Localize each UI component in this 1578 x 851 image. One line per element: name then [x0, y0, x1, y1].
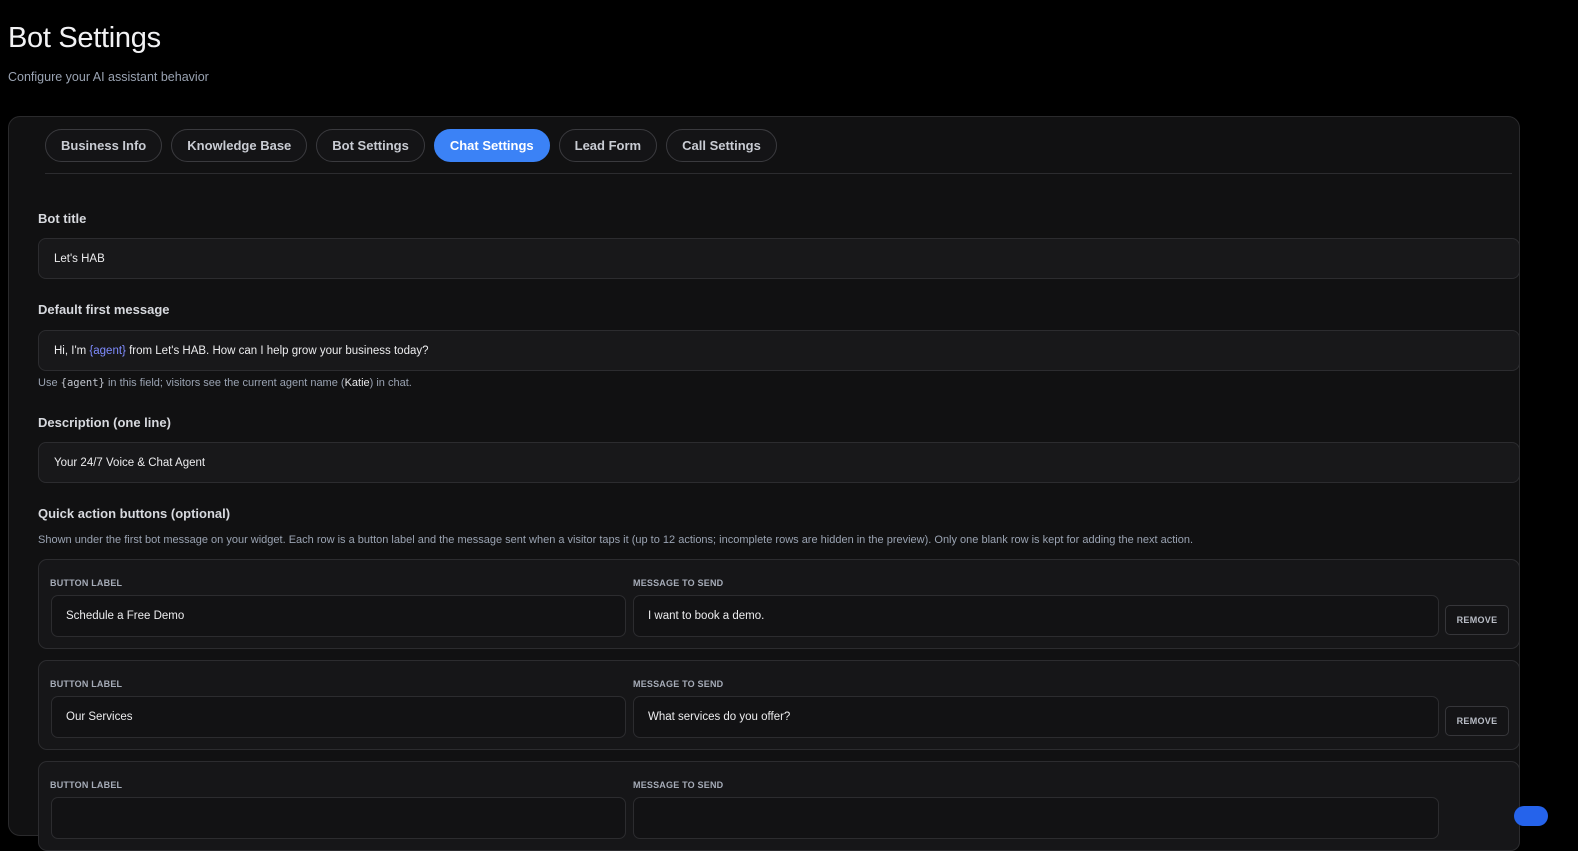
- first-message-prefix: Hi, I'm: [54, 344, 90, 357]
- help-prefix: Use: [38, 377, 61, 389]
- agent-token: {agent}: [89, 344, 126, 357]
- tab-bar: Business Info Knowledge Base Bot Setting…: [45, 129, 777, 162]
- bot-title-value: Let's HAB: [54, 252, 105, 265]
- quick-action-row: BUTTON LABEL MESSAGE TO SEND: [38, 761, 1520, 851]
- message-input[interactable]: [633, 797, 1439, 839]
- page-subtitle: Configure your AI assistant behavior: [8, 70, 209, 84]
- first-message-help: Use {agent} in this field; visitors see …: [38, 377, 412, 389]
- help-agent-token: {agent}: [60, 377, 105, 389]
- tab-knowledge-base[interactable]: Knowledge Base: [171, 129, 308, 162]
- button-label-heading: BUTTON LABEL: [50, 679, 123, 689]
- description-label: Description (one line): [38, 415, 171, 430]
- remove-button[interactable]: REMOVE: [1445, 706, 1509, 736]
- settings-panel: Business Info Knowledge Base Bot Setting…: [8, 116, 1520, 851]
- quick-action-row: BUTTON LABEL MESSAGE TO SEND Our Service…: [38, 660, 1520, 750]
- message-heading: MESSAGE TO SEND: [633, 578, 724, 588]
- help-middle: in this field; visitors see the current …: [104, 377, 345, 389]
- message-heading: MESSAGE TO SEND: [633, 780, 724, 790]
- quick-action-row: BUTTON LABEL MESSAGE TO SEND Schedule a …: [38, 559, 1520, 649]
- button-label-input[interactable]: Our Services: [51, 696, 626, 738]
- page-title: Bot Settings: [8, 22, 161, 54]
- tab-bot-settings[interactable]: Bot Settings: [316, 129, 425, 162]
- tab-lead-form[interactable]: Lead Form: [558, 129, 658, 162]
- quick-actions-label: Quick action buttons (optional): [38, 506, 231, 521]
- tabs-divider: [45, 173, 1512, 174]
- quick-actions-help: Shown under the first bot message on you…: [38, 534, 1194, 546]
- message-value: What services do you offer?: [648, 711, 791, 723]
- description-input[interactable]: Your 24/7 Voice & Chat Agent: [38, 442, 1520, 483]
- tab-call-settings[interactable]: Call Settings: [666, 129, 777, 162]
- first-message-value: Hi, I'm {agent} from Let's HAB. How can …: [54, 345, 429, 357]
- message-input[interactable]: I want to book a demo.: [633, 595, 1439, 637]
- bot-title-input[interactable]: Let's HAB: [38, 238, 1520, 279]
- message-value: I want to book a demo.: [648, 610, 765, 622]
- button-label-input[interactable]: Schedule a Free Demo: [51, 595, 626, 637]
- button-label-heading: BUTTON LABEL: [50, 780, 123, 790]
- message-heading: MESSAGE TO SEND: [633, 679, 724, 689]
- floating-widget-button[interactable]: [1514, 806, 1548, 826]
- description-value: Your 24/7 Voice & Chat Agent: [54, 456, 206, 469]
- tab-chat-settings[interactable]: Chat Settings: [433, 129, 550, 162]
- button-label-heading: BUTTON LABEL: [50, 578, 123, 588]
- remove-button[interactable]: REMOVE: [1445, 605, 1509, 635]
- button-label-input[interactable]: [51, 797, 626, 839]
- bot-title-label: Bot title: [38, 211, 87, 226]
- first-message-input[interactable]: Hi, I'm {agent} from Let's HAB. How can …: [38, 330, 1520, 371]
- first-message-suffix: from Let's HAB. How can I help grow your…: [125, 344, 429, 357]
- button-label-value: Our Services: [66, 711, 133, 723]
- button-label-value: Schedule a Free Demo: [66, 610, 185, 622]
- first-message-label: Default first message: [38, 302, 170, 317]
- message-input[interactable]: What services do you offer?: [633, 696, 1439, 738]
- help-suffix: ) in chat.: [369, 377, 412, 389]
- agent-name: Katie: [344, 377, 370, 389]
- tab-business-info[interactable]: Business Info: [45, 129, 163, 162]
